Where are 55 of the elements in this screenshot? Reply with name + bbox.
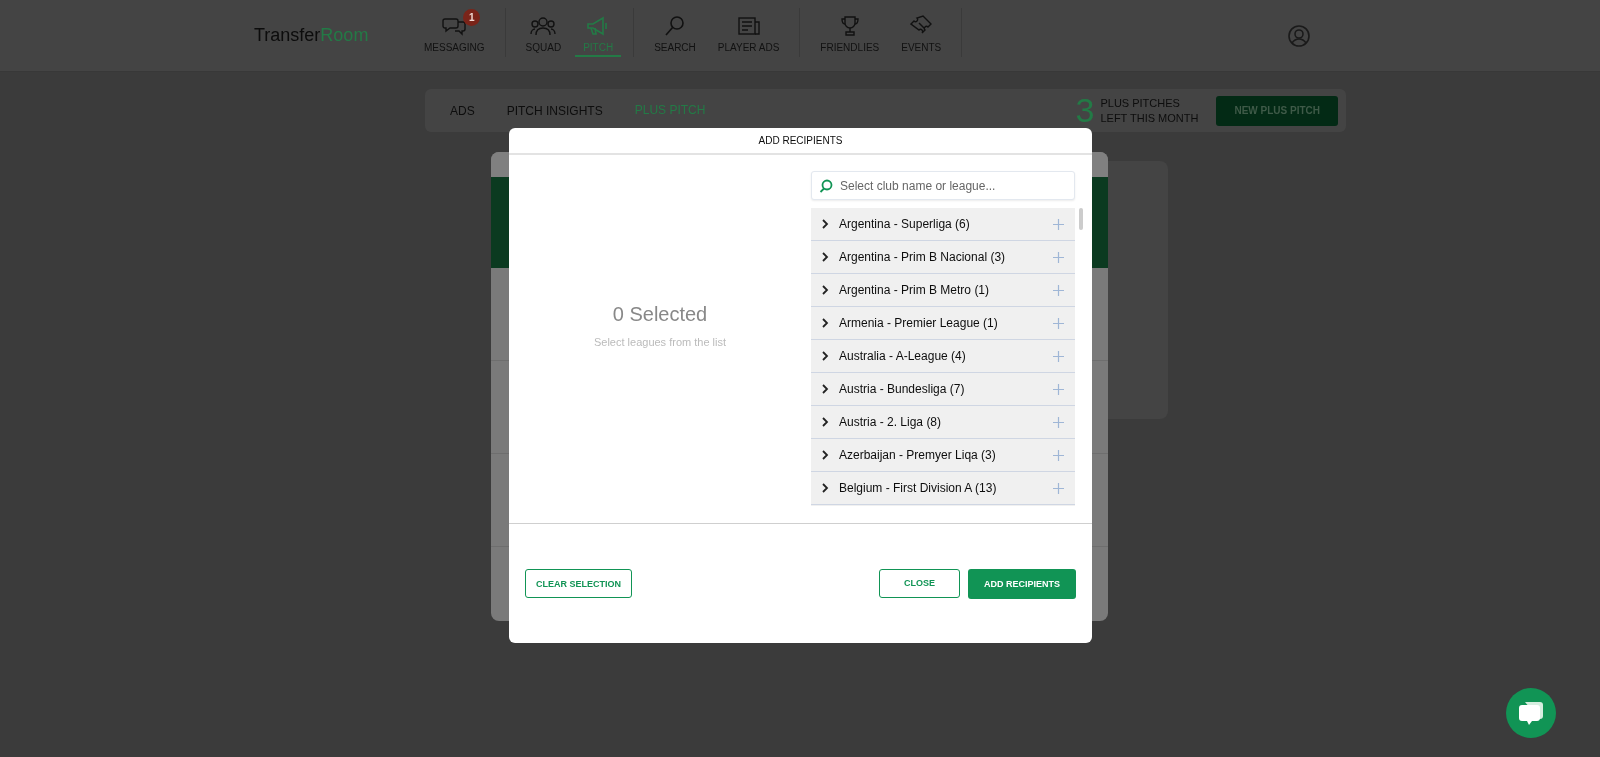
league-name: Argentina - Superliga (6): [839, 217, 971, 231]
league-name: Belgium - First Division A (13): [839, 481, 998, 495]
chevron-icon[interactable]: [821, 252, 829, 262]
chevron-icon[interactable]: [821, 384, 829, 394]
add-icon[interactable]: [1053, 482, 1064, 494]
chat-icon: [442, 16, 467, 36]
league-name: Argentina - Prim B Nacional (3): [839, 250, 1007, 264]
add-recipients-button[interactable]: ADD RECIPIENTS: [968, 568, 1076, 599]
add-icon[interactable]: [1053, 218, 1064, 230]
league-row[interactable]: Argentina - Superliga (6): [811, 208, 1075, 241]
chat-icon: [1518, 700, 1544, 726]
league-row[interactable]: Armenia - Premier League (1): [811, 307, 1075, 340]
league-name: Argentina - Prim B Metro (1): [839, 283, 991, 297]
close-button[interactable]: CLOSE: [879, 568, 960, 598]
add-icon[interactable]: [1053, 449, 1064, 461]
scrollbar[interactable]: [1079, 208, 1083, 230]
league-name: Azerbaijan - Premyer Liqa (3): [839, 448, 997, 462]
add-icon[interactable]: [1053, 350, 1064, 362]
chevron-icon[interactable]: [821, 417, 829, 427]
clear-selection-button[interactable]: CLEAR SELECTION: [525, 569, 632, 598]
league-name: Australia - A-League (4): [839, 349, 967, 363]
modal-title: ADD RECIPIENTS: [509, 128, 1092, 155]
add-icon[interactable]: [1053, 251, 1064, 263]
chevron-icon[interactable]: [821, 483, 829, 493]
league-name: Austria - 2. Liga (8): [839, 415, 943, 429]
people-icon: [530, 16, 557, 36]
league-row[interactable]: Argentina - Prim B Nacional (3): [811, 241, 1075, 274]
search-field[interactable]: Select club name or league...: [811, 171, 1075, 200]
search-icon: [664, 15, 686, 37]
chevron-icon[interactable]: [821, 351, 829, 361]
league-row[interactable]: Argentina - Prim B Metro (1): [811, 274, 1075, 307]
league-row[interactable]: Austria - Bundesliga (7): [811, 373, 1075, 406]
chevron-icon[interactable]: [821, 318, 829, 328]
chevron-icon[interactable]: [821, 450, 829, 460]
chevron-icon[interactable]: [821, 285, 829, 295]
add-icon[interactable]: [1053, 416, 1064, 428]
chevron-icon[interactable]: [821, 219, 829, 229]
league-row[interactable]: Australia - A-League (4): [811, 340, 1075, 373]
league-row[interactable]: Belgium - First Division A (13): [811, 472, 1075, 505]
trophy-icon: [839, 15, 860, 37]
add-icon[interactable]: [1053, 383, 1064, 395]
league-name: Austria - Bundesliga (7): [839, 382, 966, 396]
league-row[interactable]: Austria - 2. Liga (8): [811, 406, 1075, 439]
add-icon[interactable]: [1053, 284, 1064, 296]
profile-icon[interactable]: [1288, 24, 1310, 47]
league-row[interactable]: Azerbaijan - Premyer Liqa (3): [811, 439, 1075, 472]
newspaper-icon: [737, 16, 760, 36]
league-name: Armenia - Premier League (1): [839, 316, 999, 330]
new-plus-pitch-button[interactable]: NEW PLUS PITCH: [1216, 95, 1338, 126]
hint-text: Select leagues from the list: [593, 336, 727, 348]
selected-count: 0 Selected: [612, 303, 708, 326]
notification-badge: 1: [463, 9, 481, 26]
search-icon: [819, 179, 833, 193]
chat-button[interactable]: [1506, 688, 1556, 738]
add-icon[interactable]: [1053, 317, 1064, 329]
